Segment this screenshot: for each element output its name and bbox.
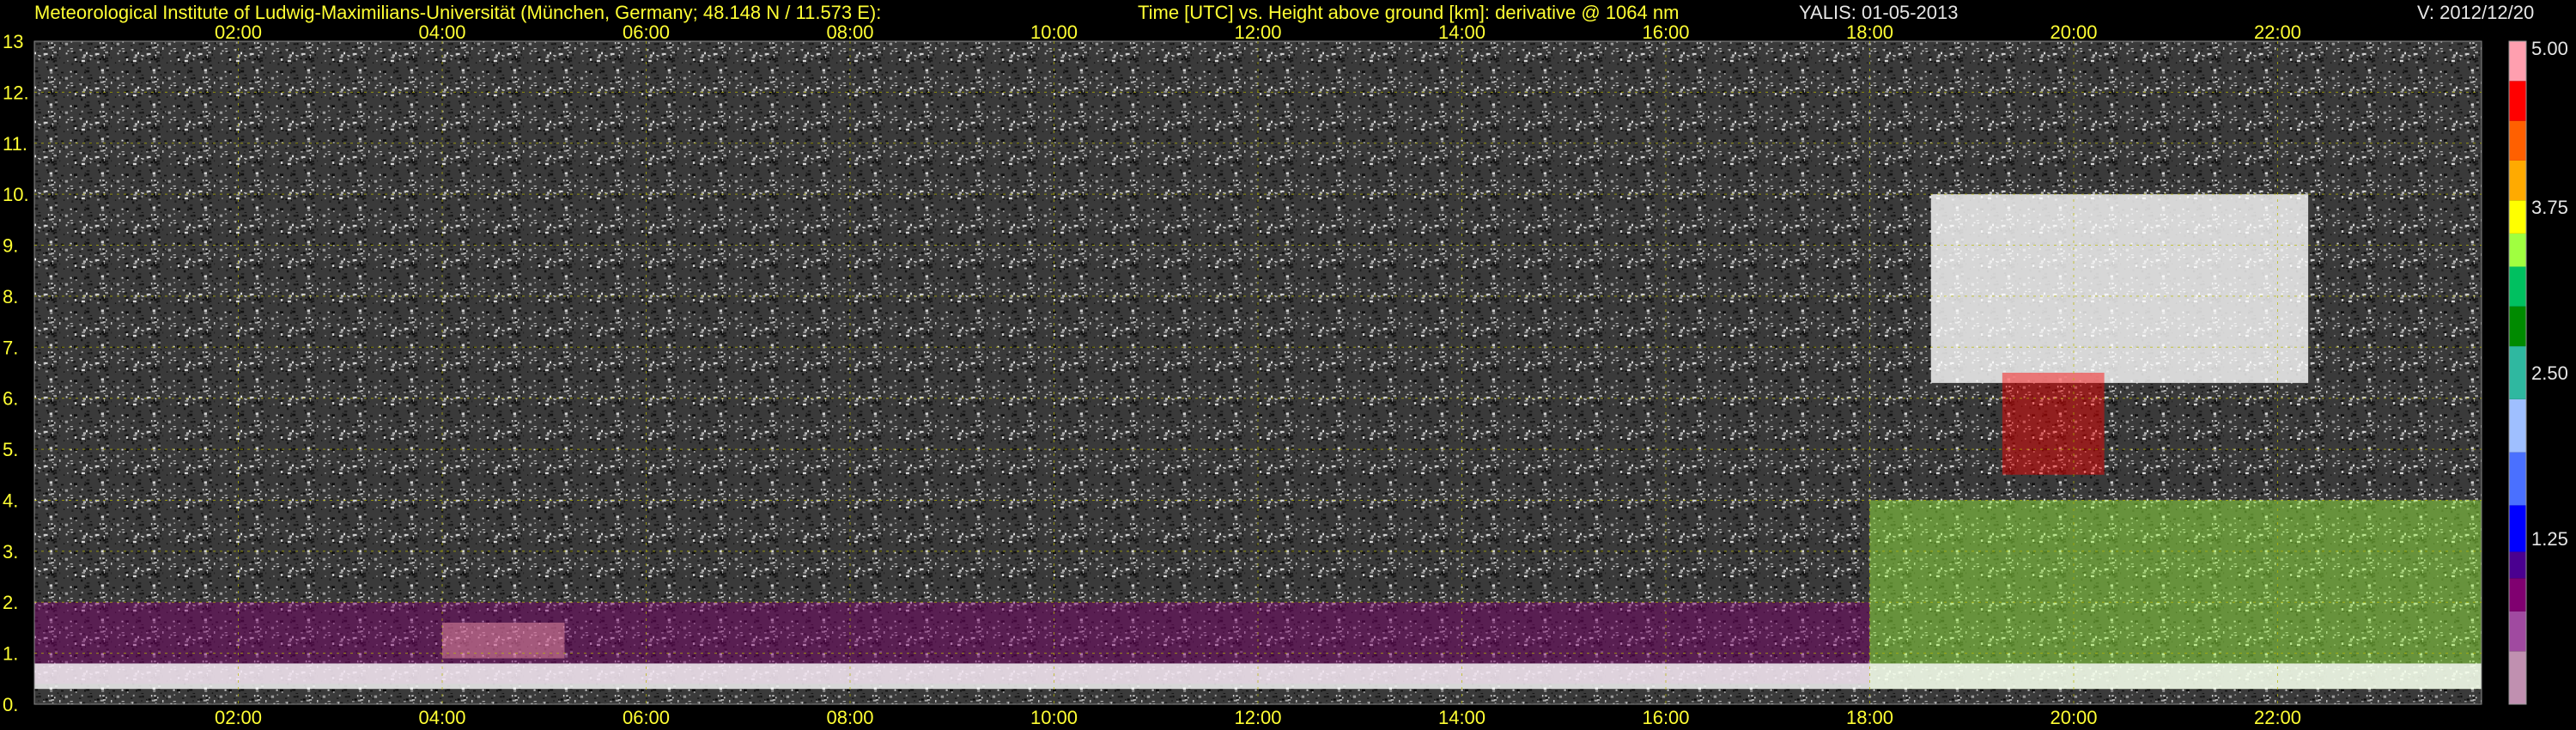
colorbar-segment [2509, 398, 2526, 453]
colorbar-segment [2509, 551, 2526, 579]
colorbar-segment [2509, 505, 2526, 552]
colorbar-segment [2509, 120, 2526, 161]
colorbar-tick-label: 5.00 [2531, 38, 2568, 59]
colorbar-segment [2509, 306, 2526, 347]
colorbar-segment [2509, 651, 2526, 704]
colorbar-segment [2509, 81, 2526, 121]
colorbar-segment [2509, 266, 2526, 307]
colorbar-tick-label: 3.75 [2531, 197, 2568, 218]
colorbar-segment [2509, 41, 2526, 82]
colorbar-segment [2509, 452, 2526, 506]
colorbar-segment [2509, 611, 2526, 652]
colorbar-segment [2509, 233, 2526, 267]
colorbar-tick-label: 1.25 [2531, 528, 2568, 550]
colorbar: 1.25 2.50 3.75 5.00 [2508, 38, 2568, 705]
colorbar-segment [2509, 346, 2526, 399]
colorbar-tick-label: 2.50 [2531, 362, 2568, 384]
colorbar-segment [2509, 578, 2526, 611]
colorbar-segment [2509, 200, 2526, 234]
colorbar-segment [2509, 160, 2526, 201]
